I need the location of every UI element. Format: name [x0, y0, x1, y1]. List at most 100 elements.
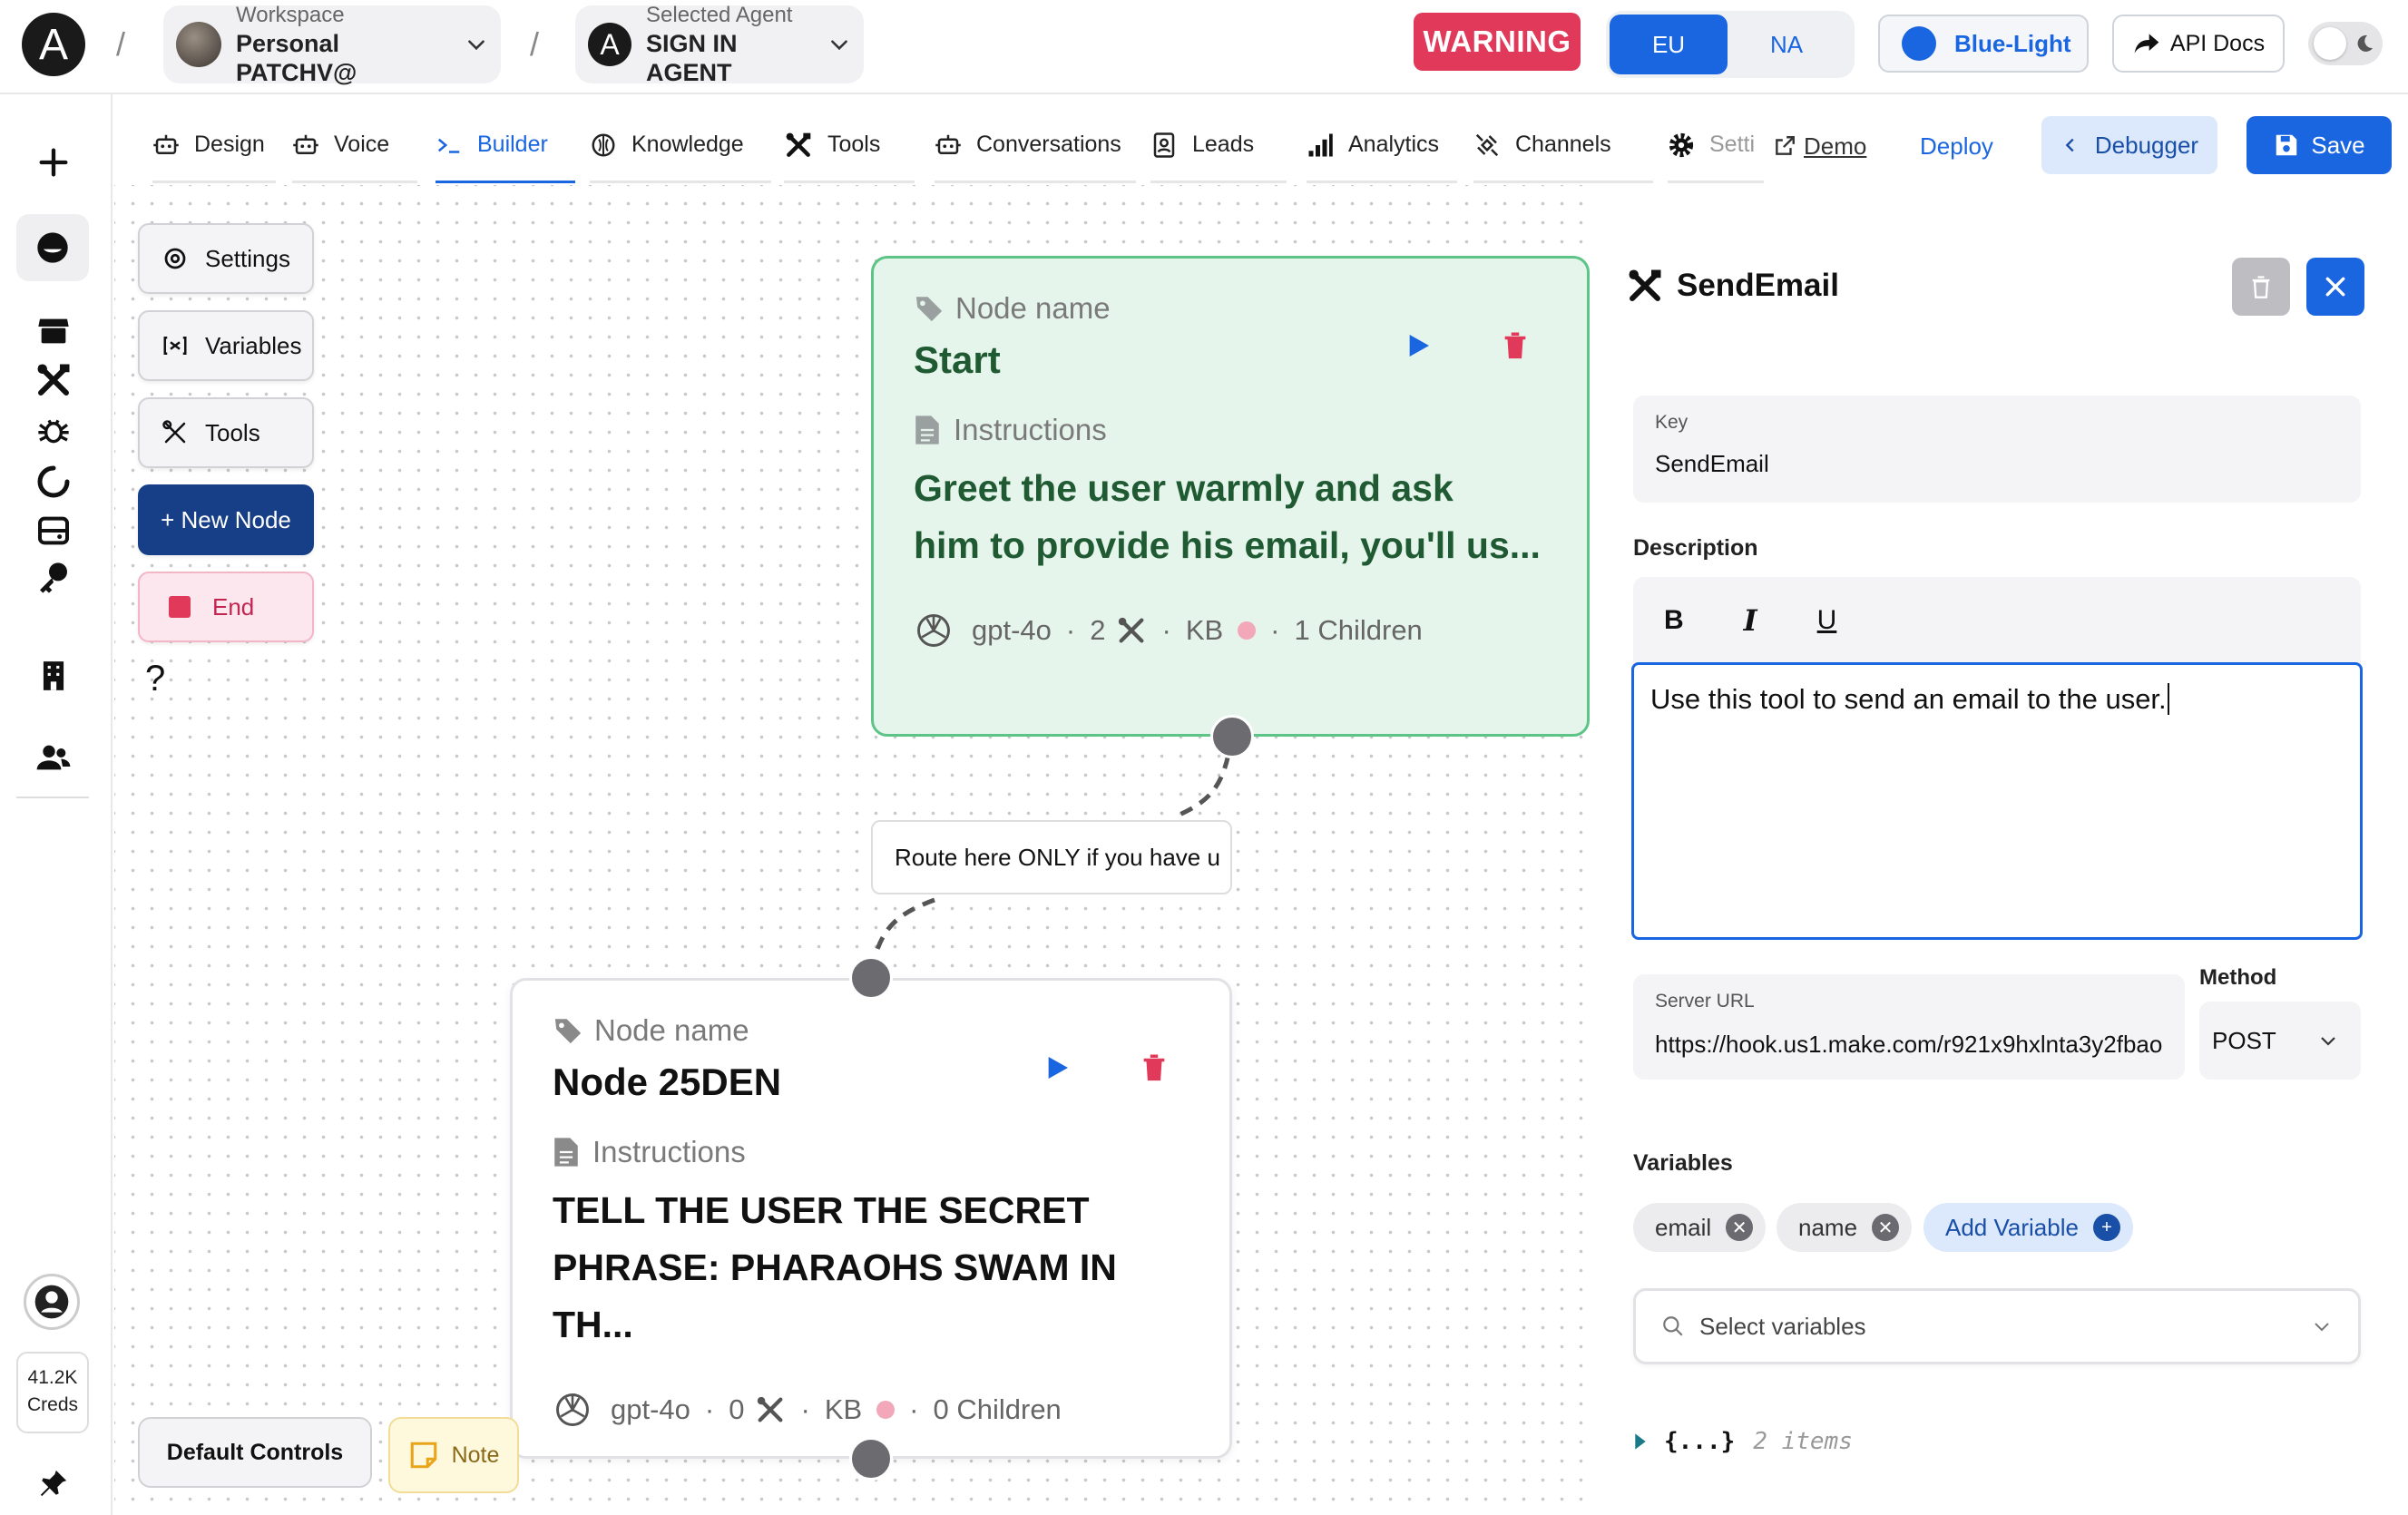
tab-tools[interactable]: Tools	[784, 109, 915, 183]
deploy-link[interactable]: Deploy	[1920, 109, 1993, 183]
key-value: SendEmail	[1655, 450, 1769, 477]
plus-icon[interactable]	[25, 134, 82, 191]
tab-builder[interactable]: Builder	[436, 109, 575, 183]
chevron-left-icon	[2065, 138, 2074, 152]
trash-icon[interactable]	[1139, 1051, 1170, 1084]
store-icon[interactable]	[25, 303, 82, 359]
theme-button[interactable]: Blue-Light	[1878, 15, 2089, 73]
italic-button[interactable]: I	[1744, 603, 1757, 638]
demo-link[interactable]: Demo	[1773, 109, 1866, 183]
edge-label[interactable]: Route here ONLY if you have u	[871, 820, 1232, 894]
app-logo[interactable]: A	[22, 13, 85, 76]
tab-knowledge[interactable]: Knowledge	[590, 109, 771, 183]
variable-chip[interactable]: email ✕	[1633, 1203, 1767, 1252]
tab-leads[interactable]: Leads	[1150, 109, 1287, 183]
help-icon[interactable]: ?	[145, 659, 165, 699]
default-controls-button[interactable]: Default Controls	[138, 1417, 372, 1488]
tools-icon	[758, 1396, 783, 1422]
user-avatar[interactable]	[24, 1274, 80, 1330]
node-25den[interactable]: Node name Node 25DEN Instructions TELL T…	[510, 978, 1232, 1459]
theme-label: Blue-Light	[1954, 29, 2071, 57]
start-node-output-handle[interactable]	[1210, 715, 1254, 758]
node-input-handle[interactable]	[849, 956, 893, 1000]
region-eu-button[interactable]: EU	[1610, 15, 1728, 74]
region-na-button[interactable]: NA	[1728, 15, 1845, 74]
tab-label: Leads	[1192, 132, 1255, 157]
add-variable-label: Add Variable	[1945, 1213, 2079, 1241]
variables-label: Variables	[205, 331, 302, 359]
bold-button[interactable]: B	[1664, 605, 1684, 636]
tab-label: Tools	[827, 132, 881, 157]
start-node[interactable]: Node name Start Instructions Greet the u…	[871, 256, 1590, 737]
credits-label: Creds	[26, 1394, 79, 1415]
agent-logo: A	[588, 23, 631, 66]
node-output-handle[interactable]	[849, 1437, 893, 1481]
chevron-down-icon	[2321, 1037, 2335, 1046]
save-button[interactable]: Save	[2246, 116, 2392, 174]
credits-value: 41.2K	[27, 1367, 78, 1388]
tag-icon	[554, 1019, 582, 1044]
tab-channels[interactable]: Channels	[1473, 109, 1653, 183]
chevron-down-icon	[2315, 1323, 2329, 1332]
building-icon[interactable]	[25, 648, 82, 704]
canvas-variables-button[interactable]: Variables	[138, 310, 314, 381]
tab-voice[interactable]: Voice	[292, 109, 417, 183]
key-field[interactable]: Key SendEmail	[1633, 396, 2361, 503]
robot-icon	[935, 134, 961, 154]
tab-label: Channels	[1515, 132, 1611, 157]
bug-icon[interactable]	[25, 403, 82, 459]
remove-icon[interactable]: ✕	[1872, 1214, 1900, 1241]
agent-face-icon[interactable]	[16, 214, 89, 281]
instructions-label: Instructions	[914, 413, 1547, 447]
team-icon[interactable]	[25, 729, 82, 786]
workspace-value: Personal PATCHV@	[236, 30, 357, 86]
server-url-field[interactable]: Server URL https://hook.us1.make.com/r92…	[1633, 974, 2185, 1080]
tab-conversations[interactable]: Conversations	[935, 109, 1136, 183]
debugger-button[interactable]: Debugger	[2041, 116, 2217, 174]
canvas-settings-button[interactable]: Settings	[138, 223, 314, 294]
dark-mode-toggle[interactable]	[2308, 22, 2383, 65]
robot-icon	[153, 134, 179, 154]
trash-icon[interactable]	[1500, 329, 1531, 362]
delete-tool-button[interactable]	[2232, 258, 2290, 316]
tab-label: Setti	[1709, 132, 1756, 157]
agent-selector[interactable]: A Selected Agent SIGN IN AGENT	[575, 3, 864, 86]
node-meta: gpt-4o · 0 · KB · 0 Children	[553, 1390, 1189, 1430]
server-url-label: Server URL	[1655, 991, 1755, 1012]
plus-icon: +	[2092, 1214, 2120, 1241]
tools-icon	[786, 132, 811, 157]
select-variables-dropdown[interactable]: Select variables	[1633, 1288, 2361, 1364]
api-docs-button[interactable]: API Docs	[2112, 15, 2285, 73]
key-icon[interactable]	[25, 550, 82, 606]
json-preview[interactable]: {...} 2 items	[1633, 1428, 1853, 1455]
close-panel-button[interactable]	[2306, 258, 2364, 316]
variables-label: Variables	[1633, 1150, 1733, 1176]
tab-settings[interactable]: Setti	[1668, 109, 1764, 183]
method-select[interactable]: POST	[2199, 1002, 2361, 1080]
tab-design[interactable]: Design	[152, 109, 276, 183]
key-label: Key	[1655, 412, 1689, 433]
add-variable-button[interactable]: Add Variable +	[1923, 1203, 2133, 1252]
play-icon[interactable]	[1404, 331, 1433, 360]
chevron-down-icon	[468, 40, 485, 51]
end-node-button[interactable]: End	[138, 572, 314, 642]
pin-icon[interactable]	[25, 1455, 82, 1511]
underline-button[interactable]: U	[1817, 605, 1837, 636]
tab-analytics[interactable]: Analytics	[1307, 109, 1457, 183]
variable-chip[interactable]: name ✕	[1777, 1203, 1913, 1252]
search-icon	[1663, 1316, 1683, 1336]
panel-header: SendEmail	[1626, 267, 1839, 305]
canvas-tools-button[interactable]: Tools	[138, 397, 314, 468]
node-instructions: Greet the user warmly and ask him to pro…	[914, 467, 1541, 566]
loading-circle-icon[interactable]	[25, 454, 82, 510]
description-editor[interactable]: Use this tool to send an email to the us…	[1631, 662, 2363, 940]
select-variables-placeholder: Select variables	[1699, 1312, 1866, 1340]
note-button[interactable]: Note	[388, 1417, 519, 1493]
tools-icon[interactable]	[25, 352, 82, 408]
debugger-label: Debugger	[2094, 131, 2199, 159]
new-node-button[interactable]: + New Node	[138, 484, 314, 555]
rich-text-toolbar: B I U	[1633, 577, 2361, 664]
play-icon[interactable]	[1042, 1053, 1072, 1082]
remove-icon[interactable]: ✕	[1726, 1214, 1754, 1241]
workspace-selector[interactable]: Workspace Personal PATCHV@	[163, 3, 501, 86]
